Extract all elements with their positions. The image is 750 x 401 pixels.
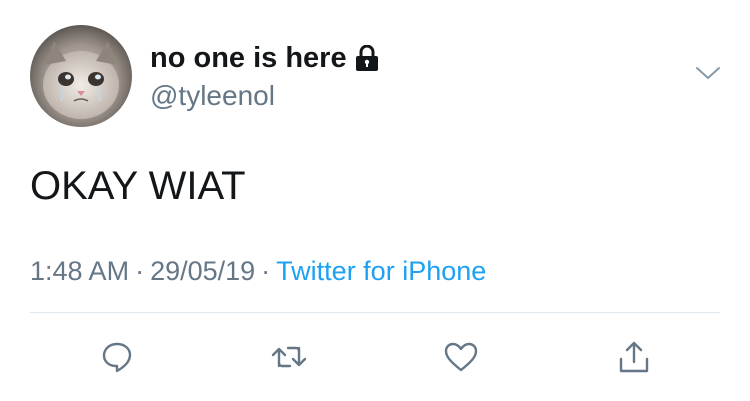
tweet-time: 1:48 AM: [30, 256, 130, 286]
display-name-text: no one is here: [150, 42, 347, 74]
crying-cat-avatar-image: [30, 25, 132, 127]
meta-separator: ·: [135, 256, 145, 286]
reply-button[interactable]: [97, 337, 137, 377]
avatar[interactable]: [30, 25, 132, 127]
share-button[interactable]: [614, 337, 654, 377]
display-name[interactable]: no one is here: [150, 40, 379, 76]
tweet-card: no one is here @tyleenol OKAY WIAT 1:48 …: [0, 0, 750, 401]
reply-icon: [100, 340, 134, 374]
meta-separator: ·: [261, 256, 271, 286]
lock-icon: [355, 45, 379, 71]
retweet-button[interactable]: [269, 337, 309, 377]
chevron-down-icon[interactable]: [694, 63, 722, 83]
tweet-text: OKAY WIAT: [30, 164, 246, 208]
tweet-meta: 1:48 AM · 29/05/19 · Twitter for iPhone: [30, 254, 486, 288]
divider: [30, 312, 720, 313]
retweet-icon: [270, 342, 308, 372]
tweet-date: 29/05/19: [150, 256, 256, 286]
user-handle[interactable]: @tyleenol: [150, 79, 275, 113]
like-icon: [443, 341, 479, 373]
tweet-source-link[interactable]: Twitter for iPhone: [276, 256, 486, 286]
like-button[interactable]: [441, 337, 481, 377]
share-icon: [617, 339, 651, 375]
